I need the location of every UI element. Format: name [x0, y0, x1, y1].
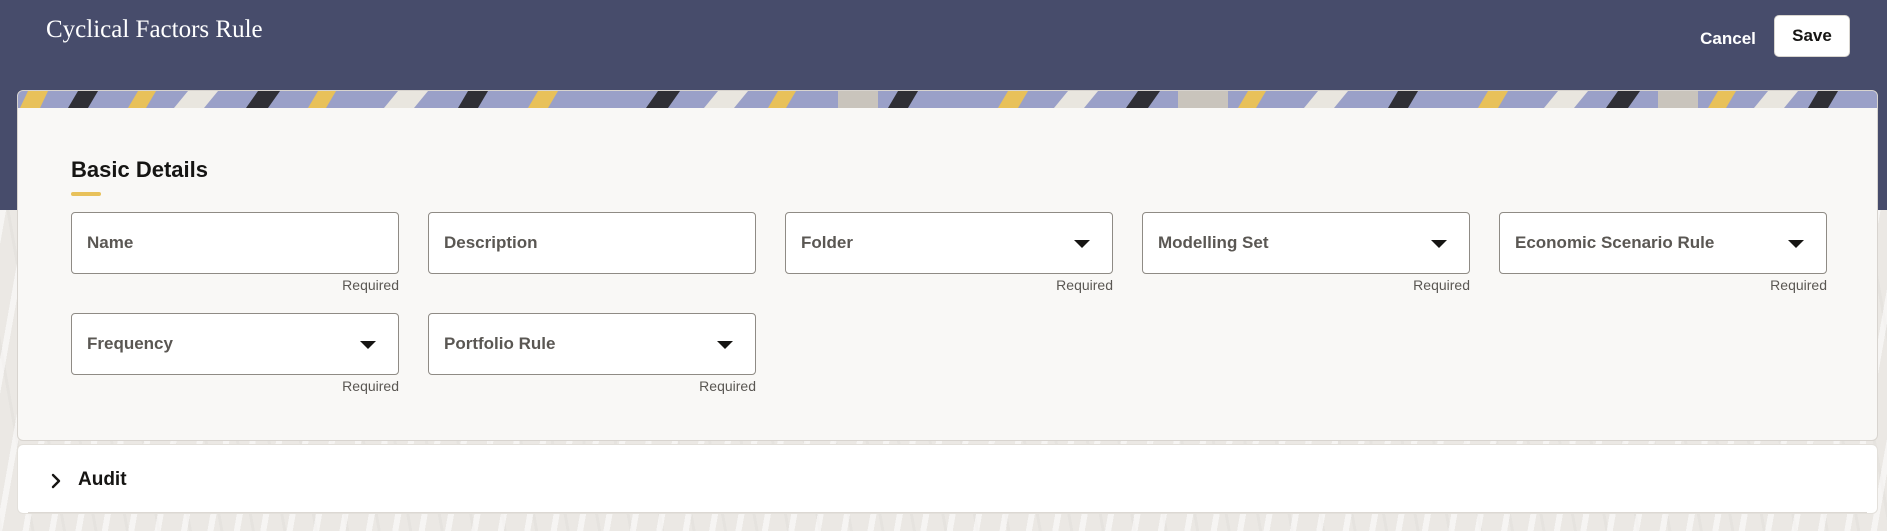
cancel-button[interactable]: Cancel	[1690, 24, 1766, 54]
folder-select[interactable]: Folder	[785, 212, 1113, 274]
audit-section-title: Audit	[78, 469, 127, 490]
economic-scenario-rule-required-hint: Required	[1770, 277, 1827, 293]
description-field[interactable]: Description	[428, 212, 756, 274]
name-field-label: Name	[87, 233, 134, 252]
section-title: Basic Details	[71, 157, 208, 182]
audit-divider	[28, 512, 1867, 513]
decorative-banner	[18, 91, 1877, 108]
economic-scenario-rule-select[interactable]: Economic Scenario Rule	[1499, 212, 1827, 274]
page-title: Cyclical Factors Rule	[46, 16, 263, 43]
portfolio-rule-select[interactable]: Portfolio Rule	[428, 313, 756, 375]
frequency-select[interactable]: Frequency	[71, 313, 399, 375]
modelling-set-select[interactable]: Modelling Set	[1142, 212, 1470, 274]
name-required-hint: Required	[342, 277, 399, 293]
audit-section-toggle[interactable]: Audit	[17, 444, 1878, 514]
chevron-down-icon	[717, 341, 733, 349]
frequency-required-hint: Required	[342, 378, 399, 394]
section-title-underline	[71, 192, 101, 196]
chevron-down-icon	[1788, 240, 1804, 248]
basic-details-card: Basic Details Name Required Description …	[17, 90, 1878, 441]
modelling-set-required-hint: Required	[1413, 277, 1470, 293]
chevron-down-icon	[1074, 240, 1090, 248]
portfolio-rule-select-label: Portfolio Rule	[444, 334, 556, 353]
chevron-down-icon	[360, 341, 376, 349]
portfolio-rule-required-hint: Required	[699, 378, 756, 394]
frequency-select-label: Frequency	[87, 334, 173, 353]
name-field[interactable]: Name	[71, 212, 399, 274]
description-field-label: Description	[444, 233, 538, 252]
chevron-right-icon	[51, 473, 61, 489]
save-button[interactable]: Save	[1774, 15, 1850, 57]
folder-select-label: Folder	[801, 233, 853, 252]
economic-scenario-rule-select-label: Economic Scenario Rule	[1515, 233, 1715, 252]
chevron-down-icon	[1431, 240, 1447, 248]
folder-required-hint: Required	[1056, 277, 1113, 293]
modelling-set-select-label: Modelling Set	[1158, 233, 1269, 252]
